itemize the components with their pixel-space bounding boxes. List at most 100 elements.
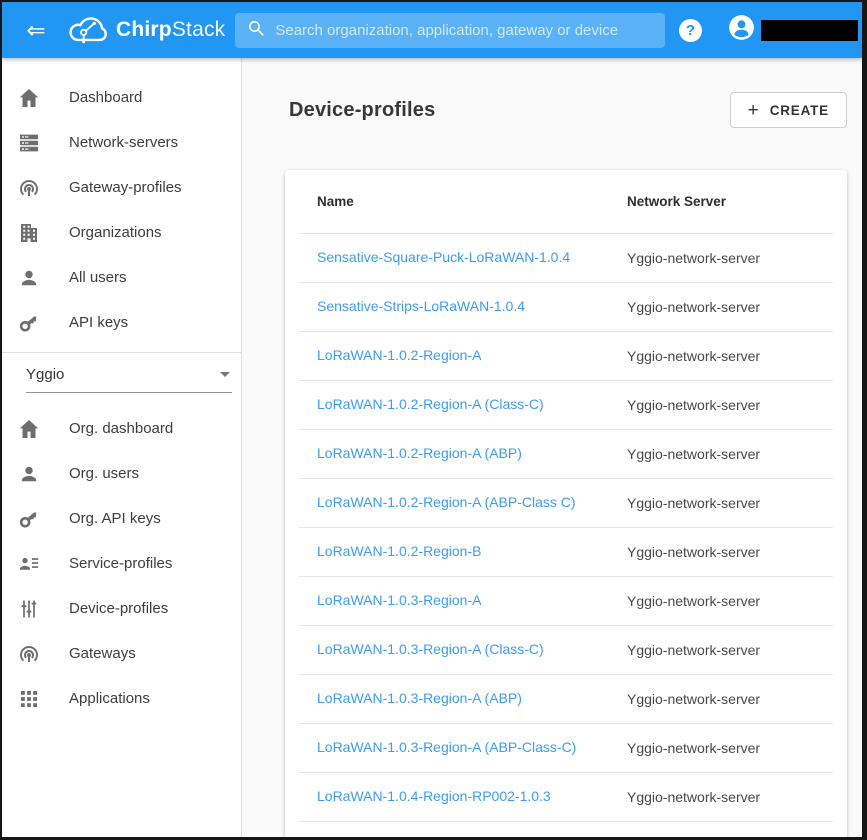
sidebar-item[interactable]: Network-servers: [2, 120, 241, 165]
sidebar-item[interactable]: Applications: [2, 676, 241, 721]
global-search: [235, 12, 666, 48]
organization-selector[interactable]: Yggio: [2, 353, 241, 393]
column-header-name: Name: [317, 194, 354, 209]
account-avatar-icon: [728, 14, 755, 46]
building-icon: [17, 221, 41, 245]
device-profile-link[interactable]: Sensative-Strips-LoRaWAN-1.0.4: [317, 298, 525, 314]
device-profile-row: LoRaWAN-1.0.2-Region-A Yggio-network-ser…: [299, 332, 833, 381]
cloud-logo-icon: [64, 13, 110, 47]
device-profile-link[interactable]: LoRaWAN-1.0.3-Region-A: [317, 592, 481, 608]
device-profile-row: Sensative-Strips-LoRaWAN-1.0.4 Yggio-net…: [299, 283, 833, 332]
device-profile-link[interactable]: Sensative-Square-Puck-LoRaWAN-1.0.4: [317, 249, 570, 265]
sidebar-item-label: Organizations: [69, 224, 162, 241]
sidebar-collapse-icon[interactable]: ⇐: [21, 15, 51, 45]
sidebar-item-label: Gateways: [69, 645, 136, 662]
sidebar-item-label: Dashboard: [69, 89, 143, 106]
network-server-cell: Yggio-network-server: [627, 250, 761, 266]
page-title: Device-profiles: [289, 98, 436, 121]
network-server-cell: Yggio-network-server: [627, 495, 761, 511]
device-profile-link[interactable]: LoRaWAN-1.0.2-Region-A (Class-C): [317, 396, 544, 412]
home-icon: [17, 86, 41, 110]
device-profile-link[interactable]: LoRaWAN-1.0.2-Region-A (ABP-Class C): [317, 494, 576, 510]
chevron-down-icon: [220, 372, 230, 377]
device-profile-link[interactable]: LoRaWAN-1.0.3-Region-A (ABP-Class-C): [317, 739, 576, 755]
sidebar-item[interactable]: Org. dashboard: [2, 406, 241, 451]
sidebar-item[interactable]: Org. API keys: [2, 496, 241, 541]
brand-name: ChirpStack: [116, 18, 226, 41]
device-profile-row: Sensative-Square-Puck-LoRaWAN-1.0.4 Yggi…: [299, 234, 833, 283]
network-server-cell: Yggio-network-server: [627, 740, 761, 756]
sidebar-item[interactable]: Organizations: [2, 210, 241, 255]
sidebar-item-label: Applications: [69, 690, 150, 707]
network-server-cell: Yggio-network-server: [627, 789, 761, 805]
sidebar-item[interactable]: API keys: [2, 300, 241, 345]
create-button[interactable]: + CREATE: [729, 92, 847, 128]
sidebar-item[interactable]: Service-profiles: [2, 541, 241, 586]
device-profile-row: LoRaWAN-1.0.3-Region-A (Class-C) Yggio-n…: [299, 626, 833, 675]
network-server-cell: Yggio-network-server: [627, 544, 761, 560]
sidebar-item-label: Org. dashboard: [69, 420, 174, 437]
sidebar-item-label: Org. API keys: [69, 510, 161, 527]
apps-grid-icon: [17, 687, 41, 711]
sidebar-item[interactable]: All users: [2, 255, 241, 300]
device-profile-row: LoRaWAN-1.0.2-Region-A (ABP-Class C) Ygg…: [299, 479, 833, 528]
device-profile-row: LoRaWAN-1.0.2-Region-A (Class-C) Yggio-n…: [299, 381, 833, 430]
device-profile-row: LoRaWAN-1.0.2-Region-A (ABP) Yggio-netwo…: [299, 430, 833, 479]
device-profile-row: LoRaWAN-1.0.3-Region-A (ABP) Yggio-netwo…: [299, 675, 833, 724]
sidebar-item[interactable]: Dashboard: [2, 75, 241, 120]
person-list-icon: [17, 552, 41, 576]
organization-value: Yggio: [26, 366, 65, 383]
device-profile-link[interactable]: LoRaWAN-1.0.3-Region-A (Class-C): [317, 641, 544, 657]
key-icon: [17, 507, 41, 531]
sidebar-item[interactable]: Gateway-profiles: [2, 165, 241, 210]
sliders-icon: [17, 597, 41, 621]
device-profile-row: LoRaWAN-1.0.3-Region-A (ABP-Class-C) Ygg…: [299, 724, 833, 773]
person-icon: [17, 266, 41, 290]
sidebar-item-label: API keys: [69, 314, 129, 331]
servers-icon: [17, 131, 41, 155]
column-header-network-server: Network Server: [627, 194, 727, 209]
network-server-cell: Yggio-network-server: [627, 397, 761, 413]
network-server-cell: Yggio-network-server: [627, 593, 761, 609]
network-server-cell: Yggio-network-server: [627, 348, 761, 364]
plus-icon: +: [747, 99, 759, 121]
device-profile-link[interactable]: LoRaWAN-1.0.4-Region-RP002-1.0.3: [317, 788, 551, 804]
redacted-username: [761, 19, 858, 41]
device-profile-row: LoRaWAN-1.0.3-Region-A Yggio-network-ser…: [299, 577, 833, 626]
person-icon: [17, 462, 41, 486]
device-profile-link[interactable]: LoRaWAN-1.0.2-Region-B: [317, 543, 481, 559]
app-bar: ⇐ ChirpStack Search organization, applic…: [2, 2, 862, 58]
key-icon: [17, 311, 41, 335]
sidebar-item[interactable]: Org. users: [2, 451, 241, 496]
sidebar-item-label: Gateway-profiles: [69, 179, 182, 196]
device-profile-link[interactable]: LoRaWAN-1.0.3-Region-A (ABP): [317, 690, 522, 706]
device-profile-link[interactable]: LoRaWAN-1.0.2-Region-A: [317, 347, 481, 363]
table-header: Name Network Server: [299, 170, 833, 234]
chirpstack-logo: ChirpStack: [64, 13, 225, 47]
sidebar-item-label: Device-profiles: [69, 600, 169, 617]
network-server-cell: Yggio-network-server: [627, 446, 761, 462]
help-icon[interactable]: ?: [679, 18, 702, 42]
sidebar-item-label: Service-profiles: [69, 555, 173, 572]
sidebar-item[interactable]: Gateways: [2, 631, 241, 676]
sidebar-item[interactable]: Device-profiles: [2, 586, 241, 631]
network-server-cell: Yggio-network-server: [627, 299, 761, 315]
search-icon: [247, 19, 265, 42]
device-profile-link[interactable]: LoRaWAN-1.0.2-Region-A (ABP): [317, 445, 522, 461]
home-icon: [17, 417, 41, 441]
broadcast-icon: [17, 176, 41, 200]
network-server-cell: Yggio-network-server: [627, 691, 761, 707]
search-input[interactable]: [275, 21, 654, 39]
network-server-cell: Yggio-network-server: [627, 642, 761, 658]
sidebar-item-label: All users: [69, 269, 127, 286]
device-profiles-card: Name Network Server Sensative-Square-Puc…: [285, 170, 847, 837]
sidebar-item-label: Network-servers: [69, 134, 179, 151]
broadcast-icon: [17, 642, 41, 666]
app-window: ⇐ ChirpStack Search organization, applic…: [0, 0, 867, 840]
device-profile-row: LoRaWAN-1.0.2-Region-B Yggio-network-ser…: [299, 528, 833, 577]
device-profile-row: LoRaWAN-1.0.4-Region-RP002-1.0.3 Yggio-n…: [299, 773, 833, 822]
main-content: Device-profiles + CREATE Name Network Se…: [242, 58, 862, 837]
user-menu[interactable]: [728, 14, 858, 46]
sidebar-nav: Dashboard Network-servers Gateway-profil…: [2, 58, 242, 837]
sidebar-item-label: Org. users: [69, 465, 140, 482]
